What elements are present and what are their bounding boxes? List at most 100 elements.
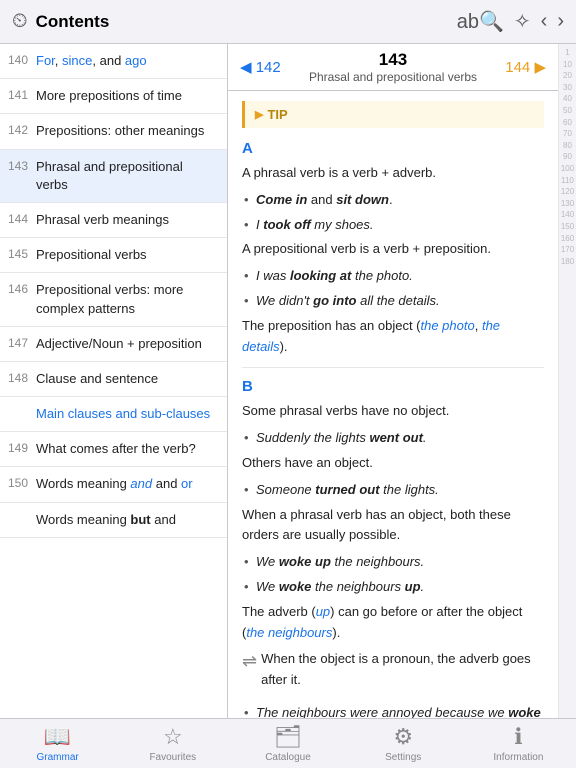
tab-information[interactable]: ℹ Information [461,719,576,768]
sidebar-label-141: More prepositions of time [36,87,217,105]
tip-bar: ▶ TIP [242,101,544,128]
tab-bar: 📖 Grammar ☆ Favourites 🗂 Catalogue ⚙ Set… [0,718,576,768]
tab-favourites[interactable]: ☆ Favourites [115,719,230,768]
para-have-object: Others have an object. [242,453,544,474]
tick-100: 100 [561,164,574,174]
tick-10: 10 [563,60,572,70]
tick-160: 160 [561,234,574,244]
para-adverb-position: The adverb (up) can go before or after t… [242,602,544,644]
tick-30: 30 [563,83,572,93]
section-b-label: B [242,378,544,395]
sidebar-item-146[interactable]: 146 Prepositional verbs: more complex pa… [0,273,227,326]
tab-settings-label: Settings [385,752,421,763]
sidebar-item-142[interactable]: 142 Prepositions: other meanings [0,114,227,149]
sidebar-num-145: 145 [0,246,36,261]
bullet-took-off: I took off my shoes. [242,215,544,236]
favourites-icon: ☆ [163,724,183,750]
sidebar-item-150[interactable]: 150 Words meaning and and or [0,467,227,502]
tick-150: 150 [561,222,574,232]
sidebar-item-148[interactable]: 148 Clause and sentence [0,362,227,397]
tab-catalogue-label: Catalogue [265,752,311,763]
sidebar-num-150: 150 [0,475,36,490]
sidebar-item-145[interactable]: 145 Prepositional verbs [0,238,227,273]
sidebar-section-main-clauses[interactable]: Main clauses and sub-clauses [0,397,227,432]
tick-60: 60 [563,118,572,128]
sidebar-label-147: Adjective/Noun + preposition [36,335,217,353]
header-title: Contents [36,12,110,32]
sidebar-num-141: 141 [0,87,36,102]
bullet-come-in: Come in and sit down. [242,190,544,211]
pronoun-icon: ⇌ [242,651,257,672]
settings-icon: ⚙ [393,724,413,750]
search-icon[interactable]: ab🔍 [457,9,504,34]
tab-favourites-label: Favourites [149,752,196,763]
tab-grammar-label: Grammar [36,752,78,763]
tip-label: TIP [267,107,287,122]
tab-settings[interactable]: ⚙ Settings [346,719,461,768]
sidebar-item-144[interactable]: 144 Phrasal verb meanings [0,203,227,238]
content-nav: ◀ 142 143 Phrasal and prepositional verb… [228,44,558,91]
sidebar-item-141[interactable]: 141 More prepositions of time [0,79,227,114]
clock-icon[interactable]: ⏲ [12,10,28,33]
information-icon: ℹ [514,724,522,750]
sidebar-num-151 [0,511,36,512]
sidebar-num-146: 146 [0,281,36,296]
bullet-woke-up-2: We woke the neighbours up. [242,577,544,598]
tick-70: 70 [563,129,572,139]
sidebar-item-140[interactable]: 140 For, since, and ago [0,44,227,79]
tick-130: 130 [561,199,574,209]
scroll-indicator: 1 10 20 30 40 50 60 70 80 90 100 110 120… [558,44,576,718]
bullet-woke-up-1: We woke up the neighbours. [242,552,544,573]
tab-catalogue[interactable]: 🗂 Catalogue [230,719,345,768]
sidebar-label-148: Clause and sentence [36,370,217,388]
para-both-orders: When a phrasal verb has an object, both … [242,505,544,547]
header-left: ⏲ Contents [12,10,109,33]
sidebar-item-143[interactable]: 143 Phrasal and prepositional verbs [0,150,227,203]
para-preposition-object: The preposition has an object (the photo… [242,316,544,358]
nav-next-button[interactable]: 144 ▶ [505,58,546,76]
para-no-object: Some phrasal verbs have no object. [242,401,544,422]
tick-80: 80 [563,141,572,151]
tick-120: 120 [561,187,574,197]
catalogue-icon: 🗂 [274,724,302,750]
sidebar-label-150: Words meaning and and or [36,475,217,493]
sidebar-num-144: 144 [0,211,36,226]
sidebar-label-145: Prepositional verbs [36,246,217,264]
tab-information-label: Information [493,752,543,763]
sidebar-label-142: Prepositions: other meanings [36,122,217,140]
sidebar-num-149: 149 [0,440,36,455]
divider-ab [242,367,544,368]
content-chapter-num: 143 [309,50,477,70]
para-pronoun: When the object is a pronoun, the adverb… [261,649,544,691]
back-icon[interactable]: ‹ [541,10,548,33]
bullet-went-out: Suddenly the lights went out. [242,428,544,449]
tick-1: 1 [565,48,569,58]
sidebar-num-section [0,405,36,406]
bullet-turned-out: Someone turned out the lights. [242,480,544,501]
sidebar-label-146: Prepositional verbs: more complex patter… [36,281,217,317]
main-area: 140 For, since, and ago 141 More preposi… [0,44,576,718]
sidebar-label-main-clauses: Main clauses and sub-clauses [36,405,217,423]
forward-icon[interactable]: › [557,10,564,33]
nav-prev-button[interactable]: ◀ 142 [240,58,281,76]
tab-grammar[interactable]: 📖 Grammar [0,719,115,768]
sidebar-item-149[interactable]: 149 What comes after the verb? [0,432,227,467]
tick-20: 20 [563,71,572,81]
sidebar-item-147[interactable]: 147 Adjective/Noun + preposition [0,327,227,362]
section-a-label: A [242,140,544,157]
content-body: ▶ TIP A A phrasal verb is a verb + adver… [228,91,558,718]
bullet-go-into: We didn't go into all the details. [242,291,544,312]
tick-110: 110 [561,176,574,186]
sidebar-item-151-partial[interactable]: Words meaning but and [0,503,227,538]
sidebar-num-142: 142 [0,122,36,137]
sidebar-num-148: 148 [0,370,36,385]
sidebar-num-143: 143 [0,158,36,173]
tick-170: 170 [561,245,574,255]
grammar-icon: 📖 [44,724,71,750]
header: ⏲ Contents ab🔍 ✧ ‹ › [0,0,576,44]
sidebar-label-140: For, since, and ago [36,52,217,70]
tick-180: 180 [561,257,574,267]
tick-40: 40 [563,94,572,104]
right-area: ◀ 142 143 Phrasal and prepositional verb… [228,44,576,718]
star-icon[interactable]: ✧ [514,9,531,34]
